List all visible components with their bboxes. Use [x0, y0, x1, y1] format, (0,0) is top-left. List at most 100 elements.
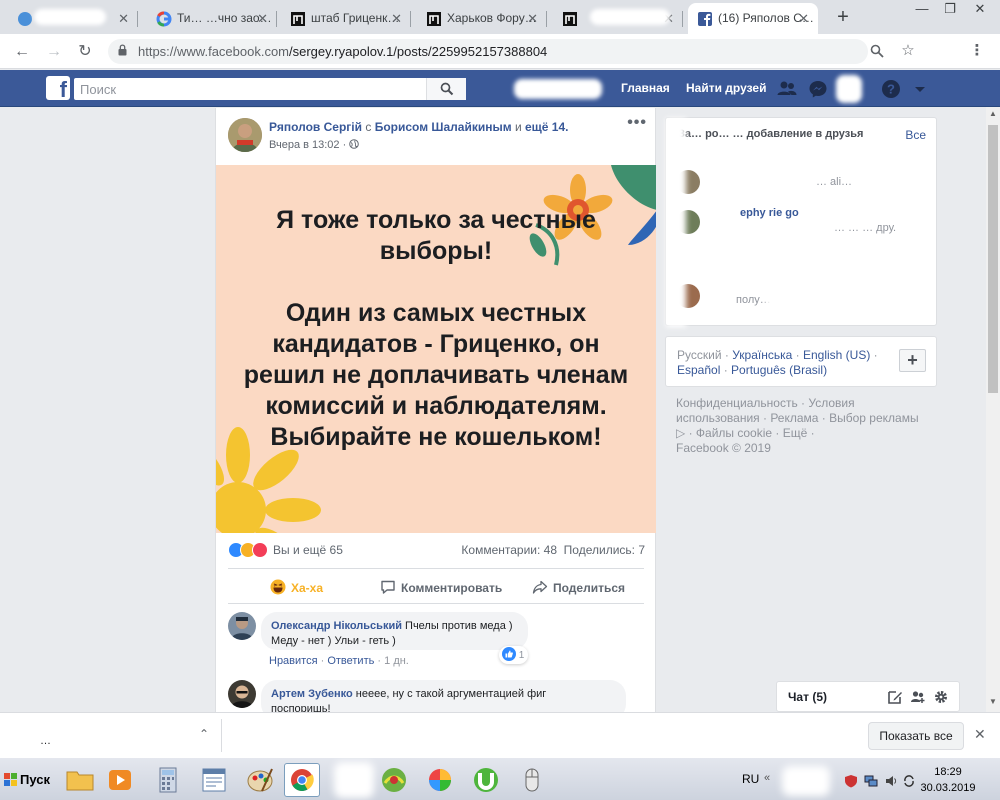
- system-clock[interactable]: 18:29 30.03.2019: [915, 764, 981, 796]
- search-button[interactable]: [426, 78, 466, 100]
- language-link[interactable]: Português (Brasil): [731, 363, 827, 377]
- browser-tab-active[interactable]: (16) Ряполов С… ✕: [688, 3, 818, 34]
- close-shelf-icon[interactable]: ✕: [974, 726, 986, 743]
- commenter-avatar[interactable]: [228, 612, 256, 640]
- address-bar[interactable]: https://www.facebook.com/sergey.ryapolov…: [108, 39, 868, 64]
- redaction: [666, 118, 686, 327]
- close-window-icon[interactable]: ✕: [966, 0, 994, 20]
- comment-text: неееe, ну с такой аргументацией фиг: [355, 688, 547, 700]
- reactions-summary[interactable]: [228, 542, 272, 558]
- windows-logo-icon: [4, 773, 17, 786]
- zoom-icon[interactable]: [866, 40, 888, 62]
- share-button[interactable]: Поделиться: [532, 579, 625, 595]
- help-icon[interactable]: ?: [880, 78, 902, 100]
- close-tab-icon[interactable]: ✕: [391, 3, 402, 34]
- comment-button[interactable]: Комментировать: [380, 579, 502, 595]
- paint-icon[interactable]: [242, 763, 278, 797]
- explorer-folder-icon[interactable]: [62, 763, 98, 797]
- account-menu-chevron-icon[interactable]: [912, 78, 928, 100]
- volume-icon[interactable]: [884, 774, 898, 788]
- friend-requests-icon[interactable]: [776, 78, 798, 100]
- start-button[interactable]: Пуск: [0, 764, 52, 796]
- chevron-up-icon[interactable]: ⌃: [199, 727, 209, 741]
- scroll-up-icon[interactable]: ▲: [988, 109, 998, 121]
- page-icon: [563, 12, 577, 26]
- chat-bar[interactable]: Чат (5): [776, 681, 960, 712]
- reactions-text[interactable]: Вы и ещё 65: [273, 543, 343, 557]
- back-arrow-icon[interactable]: ←: [10, 40, 34, 64]
- friend-name-fragment[interactable]: ephy rie go: [740, 207, 799, 219]
- author-avatar[interactable]: [228, 118, 262, 152]
- new-message-icon[interactable]: [887, 689, 903, 705]
- commenter-name-link[interactable]: Олександр Нікольський: [271, 620, 402, 632]
- commenter-name-link[interactable]: Артем Зубенко: [271, 688, 353, 700]
- banner-line: Один из самых честных кандидатов - Грице…: [243, 299, 629, 420]
- calculator-icon[interactable]: [150, 763, 186, 797]
- post-timestamp[interactable]: Вчера в 13:02 ·: [269, 139, 360, 151]
- language-link[interactable]: Español: [677, 363, 720, 377]
- reload-icon[interactable]: ↻: [73, 40, 97, 64]
- url-host: https://www.facebook.com: [138, 44, 290, 59]
- scroll-down-icon[interactable]: ▼: [988, 697, 998, 709]
- menu-dots-icon[interactable]: ⋮: [966, 40, 988, 62]
- messenger-icon[interactable]: [807, 78, 829, 100]
- page-scrollbar[interactable]: ▲ ▼: [986, 107, 1000, 712]
- picasa-icon[interactable]: [422, 763, 458, 797]
- mouse-settings-icon[interactable]: [514, 763, 550, 797]
- comment-icon: [381, 580, 395, 594]
- keyboard-language-indicator[interactable]: RU: [742, 772, 759, 786]
- browser-tab-strip: ✕ Ти… …чно зао… ✕ штаб Гриценк… ✕ Харько…: [0, 0, 1000, 34]
- restore-icon[interactable]: ❐: [936, 0, 964, 20]
- nav-home-link[interactable]: Главная: [621, 81, 670, 95]
- author-name-link[interactable]: Ряполов Сергій: [269, 120, 362, 134]
- comment-reply-link[interactable]: Ответить: [327, 655, 374, 667]
- download-item[interactable]: … ⌃: [16, 719, 222, 752]
- text-editor-icon[interactable]: [196, 763, 232, 797]
- tagged-more-link[interactable]: ещё 14: [525, 120, 565, 134]
- scrollbar-thumb[interactable]: [988, 125, 998, 393]
- forward-arrow-icon[interactable]: →: [42, 40, 66, 64]
- browser-tab[interactable]: Харьков Фору… ✕: [417, 3, 547, 34]
- commenter-avatar[interactable]: [228, 680, 256, 708]
- post-actions: Ха-ха Комментировать Поделиться: [228, 568, 644, 604]
- new-tab-button[interactable]: +: [830, 6, 856, 28]
- browser-tab[interactable]: Ти… …чно зао… ✕: [147, 3, 277, 34]
- sync-icon[interactable]: [902, 774, 916, 788]
- language-link[interactable]: English (US): [803, 348, 870, 362]
- create-group-icon[interactable]: [910, 689, 926, 705]
- see-all-link[interactable]: Все: [905, 128, 926, 142]
- bookmark-star-icon[interactable]: ☆: [897, 40, 919, 62]
- comments-shares-count[interactable]: Комментарии: 48 Поделились: 7: [461, 543, 645, 557]
- browser-tab[interactable]: штаб Гриценк… ✕: [281, 3, 411, 34]
- close-tab-icon[interactable]: ✕: [118, 3, 129, 34]
- comment-like-count[interactable]: 1: [499, 646, 529, 664]
- minimize-icon[interactable]: —: [908, 0, 936, 20]
- close-tab-icon[interactable]: ✕: [798, 3, 809, 34]
- media-player-icon[interactable]: [102, 763, 138, 797]
- chrome-taskbar-button[interactable]: [284, 763, 320, 797]
- network-icon[interactable]: [864, 774, 878, 788]
- facebook-logo-icon[interactable]: f: [46, 76, 70, 102]
- tray-expand-icon[interactable]: «: [764, 772, 770, 784]
- security-icon[interactable]: [844, 774, 858, 788]
- nav-find-friends-link[interactable]: Найти друзей: [686, 81, 766, 95]
- language-link[interactable]: Українська: [732, 348, 792, 362]
- comment-age[interactable]: 1 дн.: [384, 655, 409, 667]
- tagged-friend-link[interactable]: Борисом Шалайкиным: [375, 120, 512, 134]
- show-all-downloads-button[interactable]: Показать все: [868, 722, 964, 750]
- footer-links-text[interactable]: Конфиденциальность · Условия использован…: [676, 396, 919, 440]
- close-tab-icon[interactable]: ✕: [257, 3, 268, 34]
- haha-reaction-button[interactable]: Ха-ха: [270, 579, 323, 595]
- url-text: https://www.facebook.com/sergey.ryapolov…: [138, 39, 547, 64]
- add-language-button[interactable]: +: [899, 349, 926, 372]
- chat-settings-gear-icon[interactable]: [933, 689, 949, 705]
- comment-like-link[interactable]: Нравится: [269, 655, 318, 667]
- game-app-icon[interactable]: [376, 763, 412, 797]
- language-list: Русский · Українська · English (US) · Es…: [677, 348, 878, 377]
- clock-date: 30.03.2019: [920, 782, 976, 794]
- close-tab-icon[interactable]: ✕: [527, 3, 538, 34]
- share-label: Поделиться: [553, 581, 626, 595]
- search-input[interactable]: [74, 78, 429, 100]
- utorrent-icon[interactable]: [468, 763, 504, 797]
- post-options-icon[interactable]: •••: [627, 114, 647, 132]
